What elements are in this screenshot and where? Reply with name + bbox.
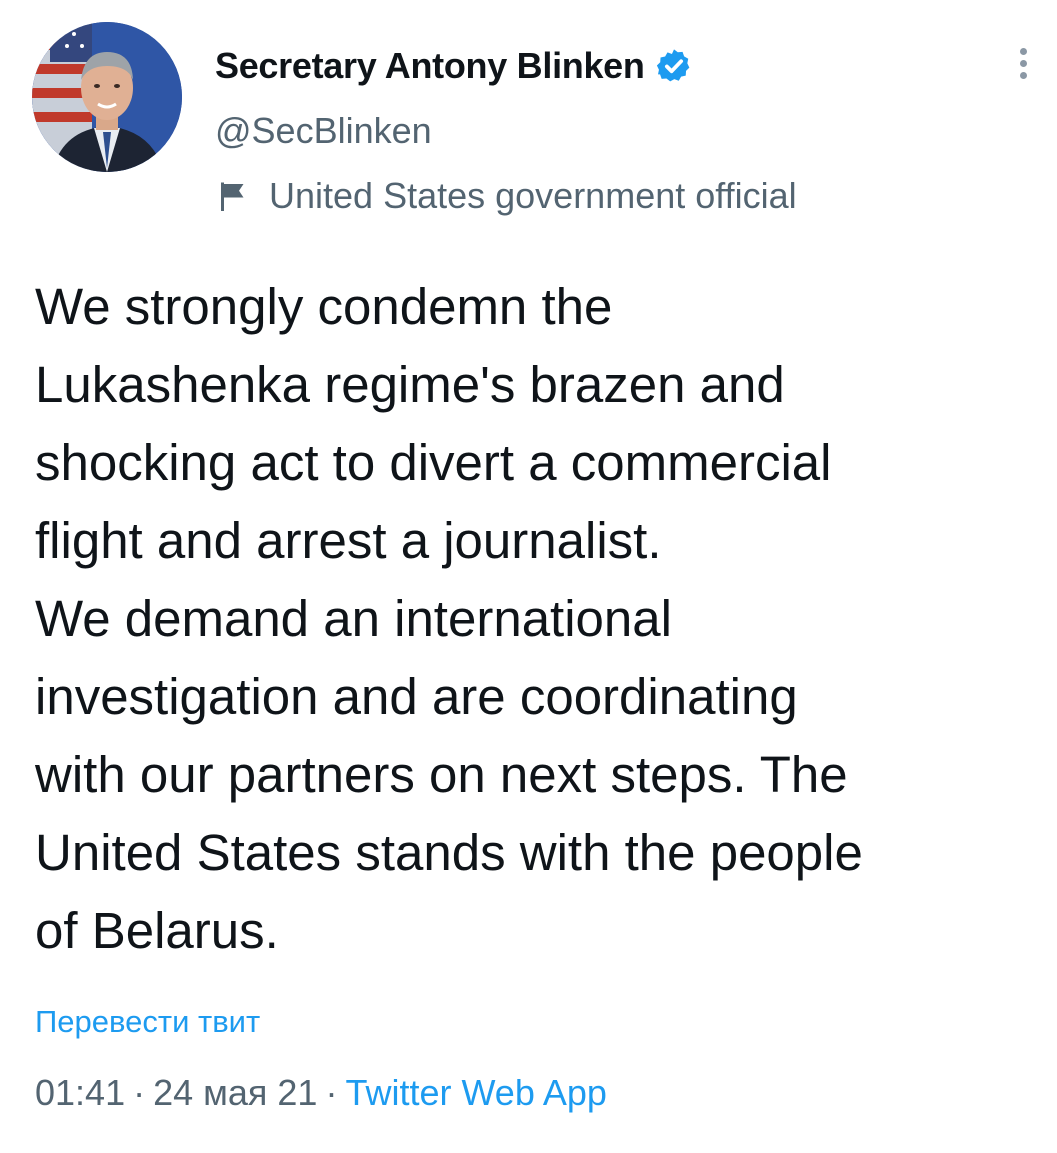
separator: · [133, 1072, 146, 1113]
avatar[interactable] [32, 22, 182, 172]
tweet-source-link[interactable]: Twitter Web App [345, 1072, 606, 1113]
tweet-date[interactable]: 24 мая 21 [153, 1072, 317, 1113]
government-label-text: United States government official [269, 175, 797, 216]
tweet-metadata: 01:41 · 24 мая 21 · Twitter Web App [35, 1072, 607, 1114]
author-display-name[interactable]: Secretary Antony Blinken [215, 45, 645, 87]
more-options-icon[interactable] [1008, 48, 1038, 88]
translate-tweet-link[interactable]: Перевести твит [35, 1004, 260, 1040]
avatar-image [32, 22, 182, 172]
tweet-text: We strongly condemn the Lukashenka regim… [35, 278, 863, 959]
government-label-row[interactable]: United States government official [215, 172, 797, 220]
separator: · [325, 1072, 338, 1113]
flag-icon [215, 178, 251, 214]
verified-badge-icon [655, 47, 693, 85]
author-name-row[interactable]: Secretary Antony Blinken [215, 42, 693, 90]
tweet-card: Secretary Antony Blinken @SecBlinken Uni… [0, 0, 1057, 1153]
tweet-time[interactable]: 01:41 [35, 1072, 125, 1113]
author-handle[interactable]: @SecBlinken [215, 110, 432, 152]
